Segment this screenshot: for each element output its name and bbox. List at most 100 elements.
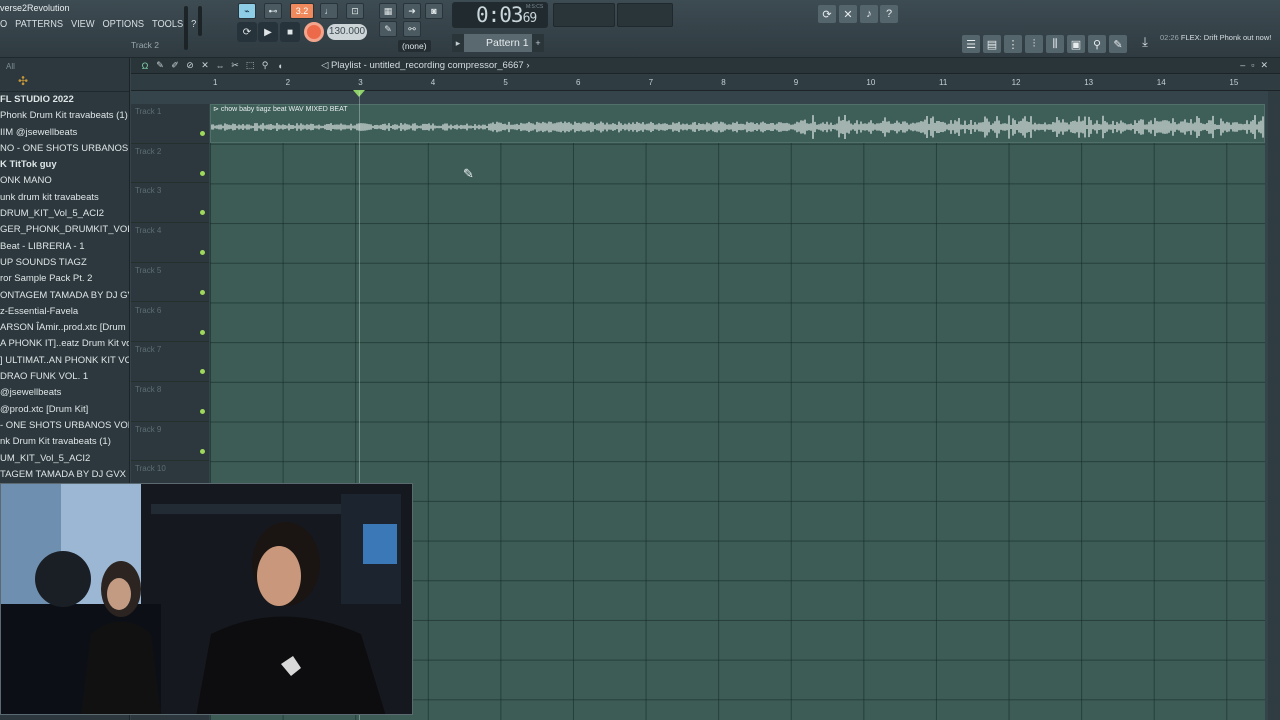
track-enable-led[interactable] xyxy=(200,408,205,414)
zoom-icon[interactable]: ⚲ xyxy=(259,59,271,72)
playlist-icon[interactable]: ☰ xyxy=(962,35,980,53)
draw-icon[interactable]: ✎ xyxy=(154,59,166,72)
menu-view[interactable]: VIEW xyxy=(71,18,95,30)
pattern-add-icon[interactable]: + xyxy=(532,34,544,52)
browser-item[interactable]: @prod.xtc [Drum Kit] xyxy=(0,402,129,418)
ruler-tick: 7 xyxy=(648,78,654,87)
browser-item[interactable]: Phonk Drum Kit travabeats (1) xyxy=(0,108,129,124)
loop-icon[interactable]: ⟳ xyxy=(237,22,257,42)
project-browser-icon[interactable]: ▣ xyxy=(1067,35,1085,53)
track-header[interactable]: Track 9 xyxy=(131,422,209,462)
brush-tool-icon[interactable]: ✎ xyxy=(1109,35,1127,53)
tools-icon[interactable]: ✕ xyxy=(839,5,857,23)
browser-collapse-icon[interactable]: ✣ xyxy=(0,74,129,92)
menu-tools[interactable]: TOOLS xyxy=(152,18,183,30)
track-header[interactable]: Track 4 xyxy=(131,223,209,263)
mic-icon[interactable]: ◙ xyxy=(425,3,443,19)
track-enable-led[interactable] xyxy=(200,131,205,136)
timeline-ruler[interactable]: 1 2 3 4 5 6 7 8 9 10 11 12 13 14 15 xyxy=(131,74,1280,91)
browser-item[interactable]: UM_KIT_Vol_5_ACI2 xyxy=(0,451,129,467)
track-enable-led[interactable] xyxy=(200,250,205,256)
stop-button[interactable]: ■ xyxy=(280,22,300,42)
menu-options[interactable]: OPTIONS xyxy=(102,18,144,30)
track-header[interactable]: Track 3 xyxy=(131,183,209,224)
track-header[interactable]: Track 6 xyxy=(131,303,209,343)
browser-item[interactable]: @jsewellbeats xyxy=(0,385,129,401)
news-panel[interactable]: ⤓ 02:26 FLEX: Drift Phonk out now! xyxy=(1136,32,1276,54)
record-button[interactable] xyxy=(304,22,324,42)
mute-icon[interactable]: ✕ xyxy=(199,59,211,72)
browser-item[interactable]: FL STUDIO 2022 xyxy=(0,92,129,108)
browser-item[interactable]: NO - ONE SHOTS URBANOS VOL. 2 xyxy=(0,141,129,157)
magnet-icon[interactable]: Ω xyxy=(139,59,151,72)
delete-icon[interactable]: ⊘ xyxy=(184,59,196,72)
browser-item[interactable]: K TitTok guy xyxy=(0,157,129,173)
track-header[interactable]: Track 2 xyxy=(131,144,209,184)
brush-icon[interactable]: ✎ xyxy=(379,21,397,37)
browser-item[interactable]: UP SOUNDS TIAGZ xyxy=(0,255,129,271)
browser-header[interactable]: All xyxy=(0,58,129,74)
audio-clip[interactable]: ⊳ chow baby tiagz beat WAV MIXED BEAT xyxy=(210,104,1265,143)
vertical-scrollbar[interactable] xyxy=(1268,91,1280,720)
browser-item[interactable]: ror Sample Pack Pt. 2 xyxy=(0,271,129,287)
slice-icon[interactable]: ✂ xyxy=(229,59,241,72)
menu-patterns[interactable]: PATTERNS xyxy=(15,18,63,30)
browser-item[interactable]: Beat - LIBRERIA - 1 xyxy=(0,239,129,255)
piano-roll-icon[interactable]: ▤ xyxy=(983,35,1001,53)
select-icon[interactable]: ⬚ xyxy=(244,59,256,72)
menu-file[interactable]: O xyxy=(0,18,7,30)
master-pitch-slider[interactable] xyxy=(198,6,202,36)
track-enable-led[interactable] xyxy=(200,210,205,216)
wait-input-icon[interactable]: ⊡ xyxy=(346,3,364,19)
paint-icon[interactable]: ✐ xyxy=(169,59,181,72)
browser-item[interactable]: DRAO FUNK VOL. 1 xyxy=(0,369,129,385)
browser-item[interactable]: - ONE SHOTS URBANOS VOL. 2 xyxy=(0,418,129,434)
track-header[interactable]: Track 8 xyxy=(131,382,209,422)
pattern-song-mode-icon[interactable]: ⌁ xyxy=(238,3,256,19)
track-enable-led[interactable] xyxy=(200,448,205,454)
browser-item[interactable]: unk drum kit travabeats xyxy=(0,190,129,206)
track-enable-led[interactable] xyxy=(200,369,205,375)
metronome-icon[interactable]: ♩ xyxy=(320,3,338,19)
browser-item[interactable]: TAGEM TAMADA BY DJ GVX xyxy=(0,467,129,483)
typing-keyboard-icon[interactable]: ▦ xyxy=(379,3,397,19)
mic-record-icon[interactable]: ♪ xyxy=(860,5,878,23)
track-header[interactable]: Track 1 xyxy=(131,104,209,144)
playback-icon[interactable]: ◖ xyxy=(274,59,286,72)
download-icon[interactable]: ⤓ xyxy=(1136,34,1154,52)
channel-rack-icon[interactable]: ⋮ xyxy=(1004,35,1022,53)
browser-item[interactable]: ONK MANO xyxy=(0,173,129,189)
step-edit-icon[interactable]: ➜ xyxy=(403,3,421,19)
pattern-song-toggle[interactable]: 3.2 xyxy=(290,3,314,19)
browser-item[interactable]: z-Essential-Favela xyxy=(0,304,129,320)
track-enable-led[interactable] xyxy=(200,329,205,335)
browser-item[interactable]: IIM @jsewellbeats xyxy=(0,125,129,141)
window-controls[interactable]: –▫✕ xyxy=(1240,60,1274,71)
menu-help[interactable]: ? xyxy=(191,18,196,30)
browser-item[interactable]: DRUM_KIT_Vol_5_ACI2 xyxy=(0,206,129,222)
browser-item[interactable]: A PHONK IT]..eatz Drum Kit vol 1 xyxy=(0,336,129,352)
master-volume-slider[interactable] xyxy=(184,6,188,50)
track-enable-led[interactable] xyxy=(200,170,205,176)
link-icon[interactable]: ⚯ xyxy=(403,21,421,37)
play-button[interactable]: ▶ xyxy=(258,22,278,42)
pattern-prev-icon[interactable]: ▸ xyxy=(452,34,464,52)
browser-item[interactable]: ONTAGEM TAMADA BY DJ GVX xyxy=(0,288,129,304)
track-header[interactable]: Track 5 xyxy=(131,263,209,303)
snap-selector[interactable]: (none) xyxy=(398,40,431,52)
tempo-display[interactable]: 130.000 xyxy=(327,24,367,40)
browser-item[interactable]: GER_PHONK_DRUMKIT_VOL_3 xyxy=(0,222,129,238)
browser-item[interactable]: ] ULTIMAT..AN PHONK KIT VOL. 3 xyxy=(0,353,129,369)
mixer-icon[interactable]: ⫶ xyxy=(1025,35,1043,53)
help-icon[interactable]: ? xyxy=(880,5,898,23)
plugin-picker-icon[interactable]: ⚲ xyxy=(1088,35,1106,53)
track-enable-led[interactable] xyxy=(200,289,205,295)
track-header[interactable]: Track 7 xyxy=(131,342,209,382)
loop-record-icon[interactable]: ⊷ xyxy=(264,3,282,19)
slip-icon[interactable]: ⇔ xyxy=(214,59,226,72)
browser-item[interactable]: ARSON ÎAmir..prod.xtc [Drum Kit] xyxy=(0,320,129,336)
pattern-selector[interactable]: ▸ Pattern 1 + xyxy=(452,34,544,52)
refresh-icon[interactable]: ⟳ xyxy=(818,5,836,23)
browser-item[interactable]: nk Drum Kit travabeats (1) xyxy=(0,434,129,450)
plugin-icon[interactable]: ⫼ xyxy=(1046,35,1064,53)
